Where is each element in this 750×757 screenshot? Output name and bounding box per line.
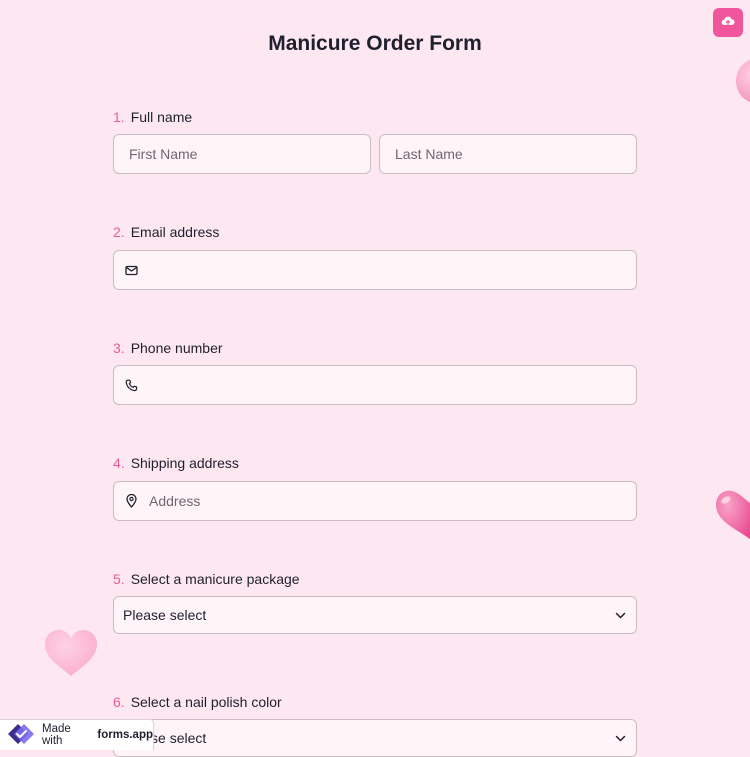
- question-number: 1.: [113, 109, 125, 125]
- heart-decoration-icon: [736, 60, 750, 102]
- question-number: 6.: [113, 694, 125, 710]
- phone-input[interactable]: [113, 365, 637, 405]
- address-input[interactable]: Address: [113, 481, 637, 521]
- cloud-upload-icon: [721, 14, 735, 32]
- page-title: Manicure Order Form: [268, 32, 482, 55]
- question-text: Select a nail polish color: [130, 694, 282, 710]
- select-value: Please select: [123, 607, 207, 623]
- question-text: Full name: [130, 109, 193, 125]
- question-number: 2.: [113, 224, 125, 240]
- question-text: Phone number: [130, 340, 223, 356]
- question-label: 4. Shipping address: [113, 455, 239, 471]
- phone-icon: [124, 378, 138, 392]
- chevron-down-icon: [614, 732, 626, 744]
- badge-prefix: Made with: [42, 723, 71, 747]
- nail-polish-color-select[interactable]: Please select: [113, 719, 637, 757]
- heart-decoration-icon: [45, 630, 97, 676]
- badge-brand: forms.app: [97, 729, 153, 741]
- question-label: 1. Full name: [113, 109, 192, 125]
- manicure-package-select[interactable]: Please select: [113, 596, 637, 634]
- question-text: Shipping address: [130, 455, 239, 471]
- map-pin-icon: [124, 494, 138, 508]
- question-label: 2. Email address: [113, 224, 219, 240]
- email-input[interactable]: [113, 250, 637, 290]
- made-with-badge[interactable]: Made with forms.app: [0, 719, 154, 750]
- question-text: Email address: [130, 224, 220, 240]
- chevron-down-icon: [614, 609, 626, 621]
- question-number: 5.: [113, 571, 125, 587]
- mail-icon: [124, 263, 138, 277]
- question-number: 4.: [113, 455, 125, 471]
- question-label: 6. Select a nail polish color: [113, 694, 282, 710]
- question-label: 3. Phone number: [113, 340, 223, 356]
- heart-decoration-icon: [716, 490, 750, 539]
- question-text: Select a manicure package: [130, 571, 300, 587]
- last-name-input[interactable]: Last Name: [379, 134, 637, 174]
- input-placeholder: First Name: [129, 146, 198, 162]
- question-number: 3.: [113, 340, 125, 356]
- first-name-input[interactable]: First Name: [113, 134, 371, 174]
- question-label: 5. Select a manicure package: [113, 571, 300, 587]
- input-placeholder: Address: [149, 493, 201, 509]
- forms-app-logo-icon: [6, 722, 36, 749]
- input-placeholder: Last Name: [395, 146, 463, 162]
